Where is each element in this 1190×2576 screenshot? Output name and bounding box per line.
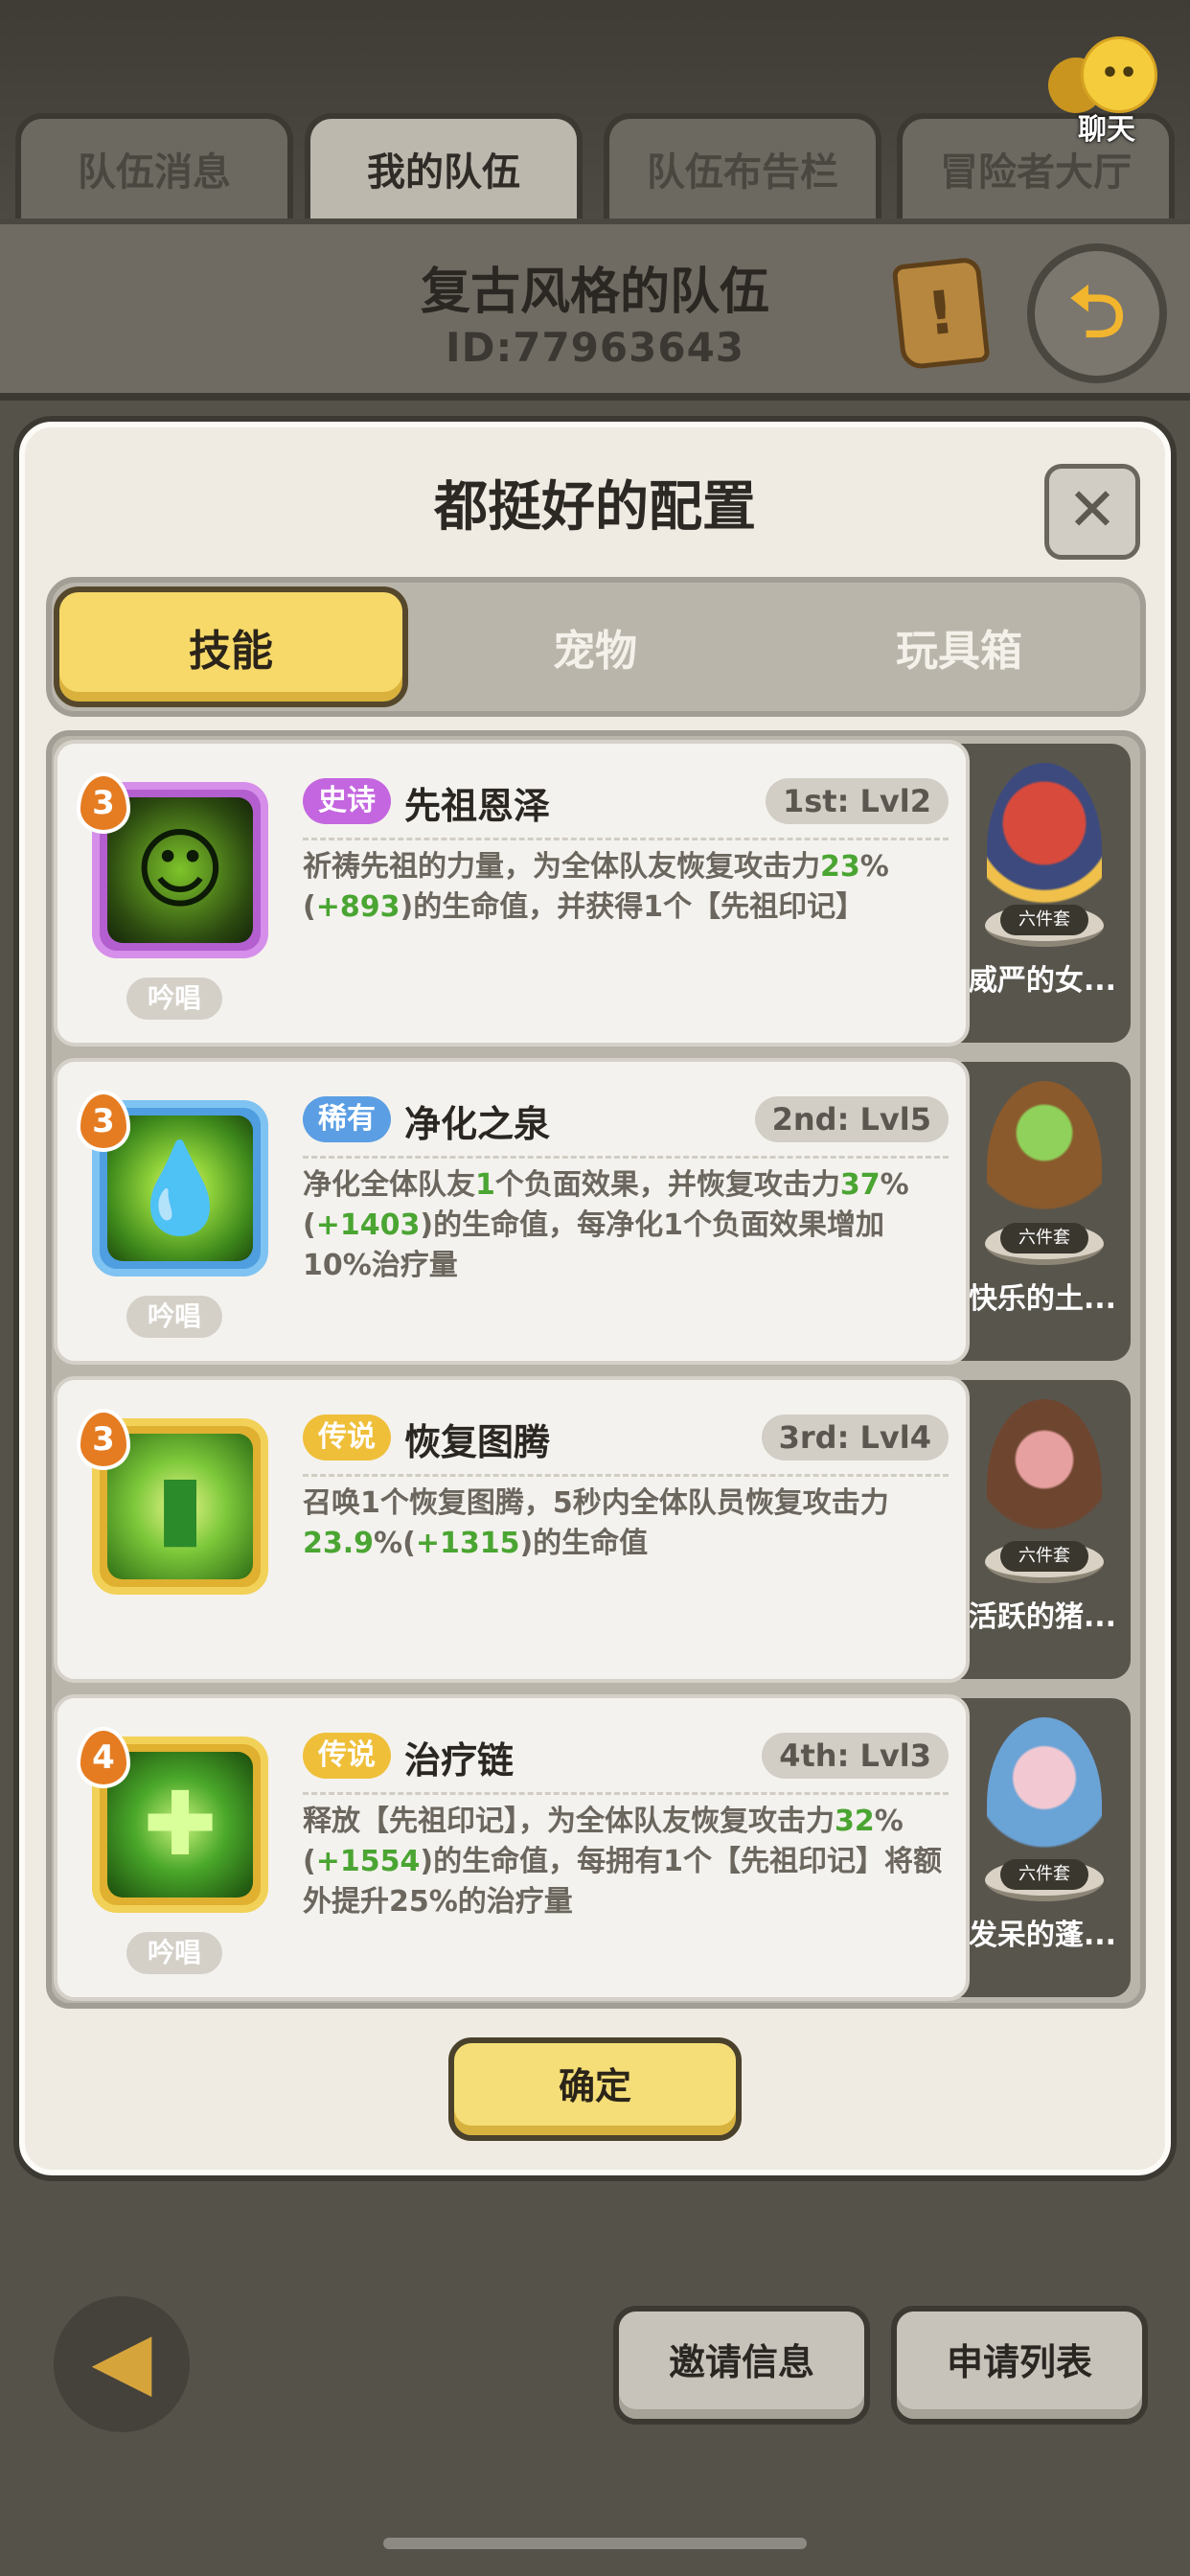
rarity-badge: 传说 <box>303 1414 391 1460</box>
skill-description: 净化全体队友1个负面效果，并恢复攻击力37%(+1403)的生命值，每净化1个负… <box>303 1168 909 1282</box>
segment-toybox[interactable]: 玩具箱 <box>782 586 1136 707</box>
skill-description: 祈祷先祖的力量，为全体队友恢复攻击力23%(+893)的生命值，并获得1个【先祖… <box>303 850 889 924</box>
close-icon: ✕ <box>1067 474 1117 544</box>
rarity-badge: 史诗 <box>303 778 391 824</box>
skill-slot-level: 1st: Lvl2 <box>765 778 949 824</box>
set-side-item[interactable]: 六件套 发呆的蓬... <box>958 1698 1131 1997</box>
back-arrow-icon: ◀ <box>91 2315 152 2406</box>
spirit-dance-icon: ☺ <box>107 797 253 943</box>
invite-info-button[interactable]: 邀请信息 <box>613 2306 870 2425</box>
team-name: 复古风格的队伍 <box>420 264 769 321</box>
set-name: 威严的女... <box>968 964 1117 998</box>
tab-team-messages[interactable]: 队伍消息 <box>15 113 293 218</box>
divider <box>303 1792 949 1795</box>
skill-name: 净化之泉 <box>404 1103 551 1145</box>
chat-button[interactable]: •• 聊天 <box>1044 34 1159 147</box>
skill-name: 恢复图腾 <box>404 1421 551 1463</box>
set-tag: 六件套 <box>1000 1541 1088 1572</box>
tab-my-team[interactable]: 我的队伍 <box>305 113 583 218</box>
set-side-item[interactable]: 六件套 威严的女... <box>958 744 1131 1043</box>
skill-name: 先祖恩泽 <box>404 785 551 827</box>
chant-tag: 吟唱 <box>126 1296 222 1338</box>
skill-description: 释放【先祖印记】，为全体队友恢复攻击力32%(+1554)的生命值，每拥有1个【… <box>303 1805 942 1919</box>
dialog-title: 都挺好的配置 <box>434 476 756 539</box>
chat-label: 聊天 <box>1078 113 1135 147</box>
set-name: 快乐的土... <box>968 1282 1117 1316</box>
close-button[interactable]: ✕ <box>1044 464 1140 560</box>
skill-name: 治疗链 <box>404 1739 515 1782</box>
divider <box>303 1156 949 1159</box>
skill-card[interactable]: ☺ 3 吟唱 史诗 先祖恩泽 1st: Lvl2 祈祷先祖的力量，为全体队友恢复… <box>54 740 970 1046</box>
chant-tag: 吟唱 <box>126 1932 222 1974</box>
set-tag: 六件套 <box>1000 905 1088 935</box>
chant-tag: 吟唱 <box>126 978 222 1020</box>
skill-slot-level: 3rd: Lvl4 <box>761 1414 949 1460</box>
tab-label: 我的队伍 <box>367 150 520 195</box>
divider <box>303 838 949 840</box>
skill-card[interactable]: 💧 3 吟唱 稀有 净化之泉 2nd: Lvl5 净化全体队友1个负面效果，并恢… <box>54 1058 970 1365</box>
rarity-badge: 传说 <box>303 1733 391 1779</box>
team-id: ID:77963643 <box>445 324 745 371</box>
set-name: 发呆的蓬... <box>968 1919 1117 1952</box>
set-tag: 六件套 <box>1000 1859 1088 1890</box>
segment-label: 玩具箱 <box>896 627 1022 676</box>
segment-skills[interactable]: 技能 <box>54 586 408 707</box>
smiley-chat-icon: •• <box>1081 36 1157 113</box>
skill-slot-level: 2nd: Lvl5 <box>754 1096 949 1142</box>
skill-card[interactable]: ▮ 3 传说 恢复图腾 3rd: Lvl4 召唤1个恢复图腾，5秒内全体队员恢复… <box>54 1376 970 1683</box>
set-name: 活跃的猪... <box>968 1600 1117 1634</box>
confirm-button[interactable]: 确定 <box>448 2037 742 2141</box>
back-button[interactable]: ◀ <box>54 2296 190 2432</box>
rarity-badge: 稀有 <box>303 1096 391 1142</box>
divider <box>303 1474 949 1477</box>
set-side-item[interactable]: 六件套 活跃的猪... <box>958 1380 1131 1679</box>
tab-label: 冒险者大厅 <box>940 150 1132 195</box>
apply-list-button[interactable]: 申请列表 <box>891 2306 1148 2425</box>
segment-label: 宠物 <box>553 627 637 676</box>
segment-pets[interactable]: 宠物 <box>418 586 772 707</box>
segment-label: 技能 <box>189 627 273 676</box>
exit-arrow-icon: ⮌ <box>1068 271 1126 354</box>
tab-label: 队伍消息 <box>78 150 231 195</box>
set-side-item[interactable]: 六件套 快乐的土... <box>958 1062 1131 1361</box>
home-indicator[interactable] <box>383 2538 807 2549</box>
team-notice-scroll-icon[interactable]: ! <box>891 256 991 371</box>
tab-team-bulletin[interactable]: 队伍布告栏 <box>604 113 881 218</box>
water-drop-icon: 💧 <box>107 1116 253 1261</box>
totem-icon: ▮ <box>107 1434 253 1579</box>
skill-card[interactable]: ✚ 4 吟唱 传说 治疗链 4th: Lvl3 释放【先祖印记】，为全体队友恢复… <box>54 1694 970 2001</box>
skill-description: 召唤1个恢复图腾，5秒内全体队员恢复攻击力23.9%(+1315)的生命值 <box>303 1486 889 1560</box>
leave-team-button[interactable]: ⮌ <box>1027 243 1167 383</box>
skill-slot-level: 4th: Lvl3 <box>762 1733 949 1779</box>
heal-chain-icon: ✚ <box>107 1752 253 1898</box>
tab-label: 队伍布告栏 <box>647 150 838 195</box>
set-tag: 六件套 <box>1000 1223 1088 1254</box>
